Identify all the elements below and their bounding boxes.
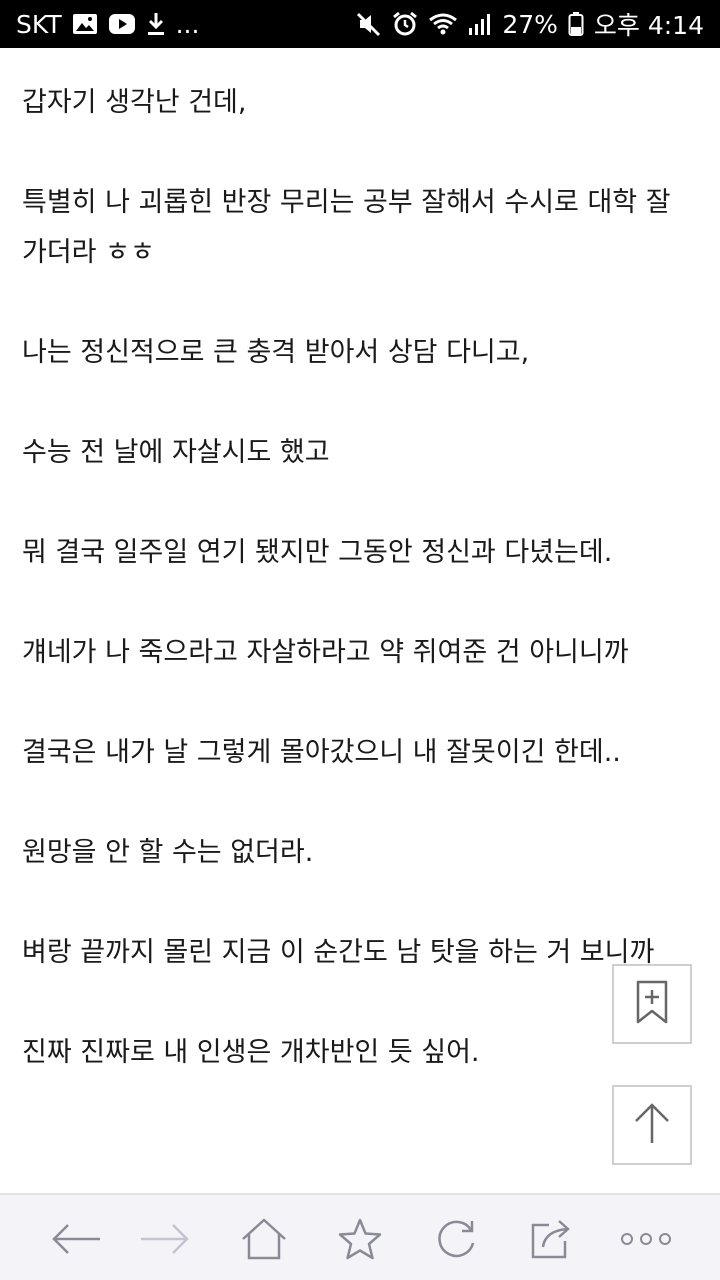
article-body: 갑자기 생각난 건데, 특별히 나 괴롭힌 반장 무리는 공부 잘해서 수시로 … (22, 48, 698, 1078)
article-paragraph: 뭐 결국 일주일 연기 됐지만 그동안 정신과 다녔는데. (22, 537, 613, 568)
article-paragraph: 결국은 내가 날 그렇게 몰아갔으니 내 잘못이긴 한데.. (22, 737, 621, 768)
download-icon (146, 10, 166, 38)
battery-percent: 27% (502, 9, 558, 39)
home-button[interactable] (236, 1213, 292, 1269)
refresh-button[interactable] (428, 1213, 484, 1269)
browser-toolbar (0, 1193, 720, 1280)
favorites-button[interactable] (332, 1213, 388, 1269)
signal-icon (468, 10, 492, 38)
refresh-icon (434, 1217, 478, 1265)
article-paragraph: 특별히 나 괴롭힌 반장 무리는 공부 잘해서 수시로 대학 잘 가더라 ㅎㅎ (22, 187, 671, 268)
clock: 오후 4:14 (593, 11, 704, 40)
article-paragraph: 진짜 진짜로 내 인생은 개차반인 듯 싶어. (22, 1037, 480, 1068)
article-paragraph: 수능 전 날에 자살시도 했고 (22, 437, 330, 468)
more-notifications: ... (175, 9, 200, 39)
article-paragraph: 벼랑 끝까지 몰린 지금 이 순간도 남 탓을 하는 거 보니까 (22, 937, 655, 968)
share-button[interactable] (523, 1213, 579, 1269)
mute-icon (356, 10, 382, 38)
arrow-up-icon (632, 1101, 672, 1149)
star-icon (337, 1217, 383, 1265)
status-bar: SKT ... 27% 오후 4:14 (0, 0, 720, 48)
add-bookmark-button[interactable] (612, 964, 692, 1044)
battery-icon (568, 10, 584, 38)
bookmark-add-icon (635, 979, 669, 1029)
back-button[interactable] (48, 1213, 104, 1269)
alarm-icon (392, 10, 418, 38)
share-icon (529, 1217, 573, 1265)
article-paragraph: 나는 정신적으로 큰 충격 받아서 상담 다니고, (22, 337, 530, 368)
scroll-to-top-button[interactable] (612, 1085, 692, 1165)
more-icon (620, 1231, 672, 1251)
article-paragraph: 원망을 안 할 수는 없더라. (22, 837, 314, 868)
home-icon (240, 1217, 288, 1265)
status-right: 27% 오후 4:14 (356, 6, 704, 42)
status-left: SKT ... (16, 10, 199, 39)
article-paragraph: 걔네가 나 죽으라고 자살하라고 약 쥐여준 건 아니니까 (22, 637, 629, 668)
article-paragraph: 갑자기 생각난 건데, (22, 87, 247, 118)
gallery-icon (72, 10, 98, 38)
wifi-icon (428, 10, 458, 38)
forward-button[interactable] (137, 1213, 193, 1269)
back-arrow-icon (50, 1222, 102, 1260)
forward-arrow-icon (139, 1222, 191, 1260)
carrier-label: SKT (16, 9, 62, 39)
youtube-icon (108, 10, 136, 38)
more-button[interactable] (618, 1213, 674, 1269)
